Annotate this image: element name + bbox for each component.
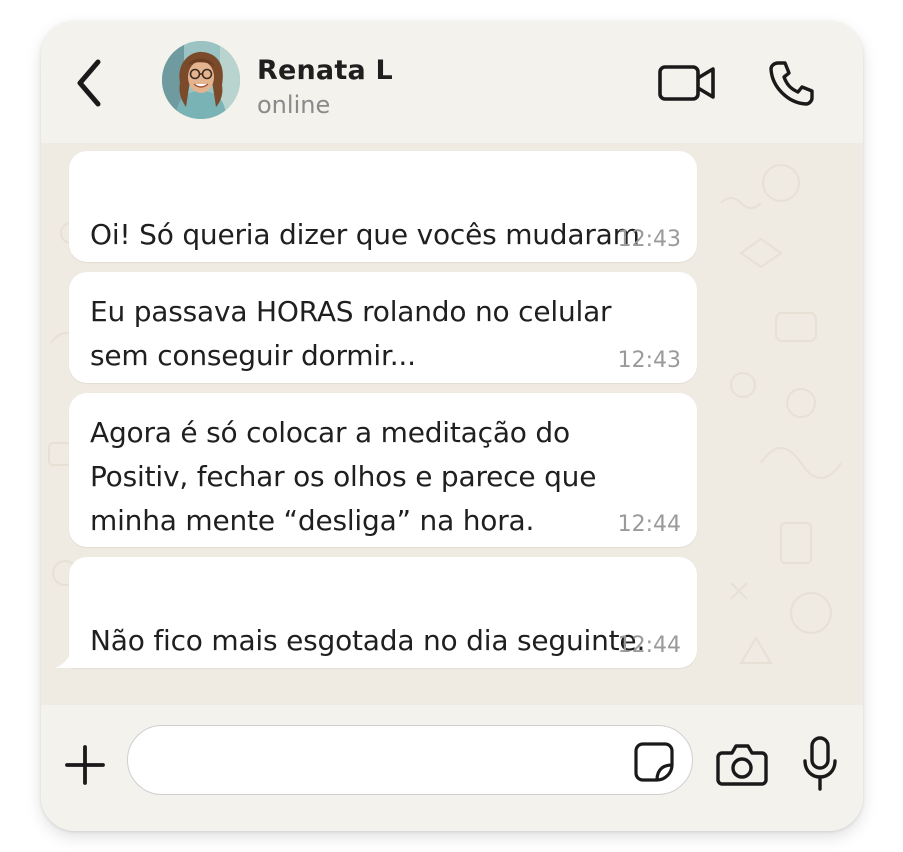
microphone-button[interactable]: [798, 733, 842, 795]
message-input-field[interactable]: [127, 725, 693, 795]
message-bubble[interactable]: Oi! Só queria dizer que vocês mudaram mi…: [69, 151, 697, 335]
message-timestamp: 12:44: [617, 512, 681, 537]
phone-icon: [769, 61, 814, 106]
avatar-photo: [162, 41, 240, 119]
message-text: Agora é só colocar a meditação do Positi…: [90, 416, 597, 537]
chat-window: Renata L online Oi! Só queria dizer que …: [41, 21, 863, 831]
message-timestamp: 12:43: [617, 227, 681, 252]
message-timestamp: 12:44: [617, 633, 681, 658]
message-text: Não fico mais esgotada no dia seguinte. …: [90, 624, 646, 657]
sticker-button[interactable]: [632, 740, 676, 784]
message-bubble[interactable]: Agora é só colocar a meditação do Positi…: [69, 393, 697, 547]
chat-area: Oi! Só queria dizer que vocês mudaram mi…: [41, 143, 863, 705]
contact-status: online: [257, 91, 331, 119]
chat-header: Renata L online: [41, 21, 863, 143]
contact-name[interactable]: Renata L: [257, 55, 393, 86]
video-camera-icon: [658, 65, 715, 101]
input-bar: [41, 705, 863, 831]
message-bubble[interactable]: Não fico mais esgotada no dia seguinte. …: [55, 557, 697, 668]
avatar[interactable]: [162, 41, 240, 119]
blue-heart-emoji: [404, 663, 436, 705]
bubble-tail: [55, 650, 73, 668]
microphone-icon: [803, 736, 837, 791]
sticker-icon: [634, 742, 674, 782]
camera-button[interactable]: [715, 739, 769, 789]
plus-icon: [65, 745, 105, 785]
voice-call-button[interactable]: [763, 55, 819, 111]
camera-icon: [716, 744, 768, 786]
video-call-button[interactable]: [655, 59, 719, 107]
back-button[interactable]: [69, 57, 109, 109]
message-input[interactable]: [150, 740, 624, 782]
message-timestamp: 12:43: [617, 348, 681, 373]
attach-button[interactable]: [61, 741, 109, 789]
message-bubble[interactable]: Eu passava HORAS rolando no celular sem …: [69, 272, 697, 383]
message-text: Eu passava HORAS rolando no celular sem …: [90, 295, 612, 372]
chevron-left-icon: [77, 59, 101, 107]
